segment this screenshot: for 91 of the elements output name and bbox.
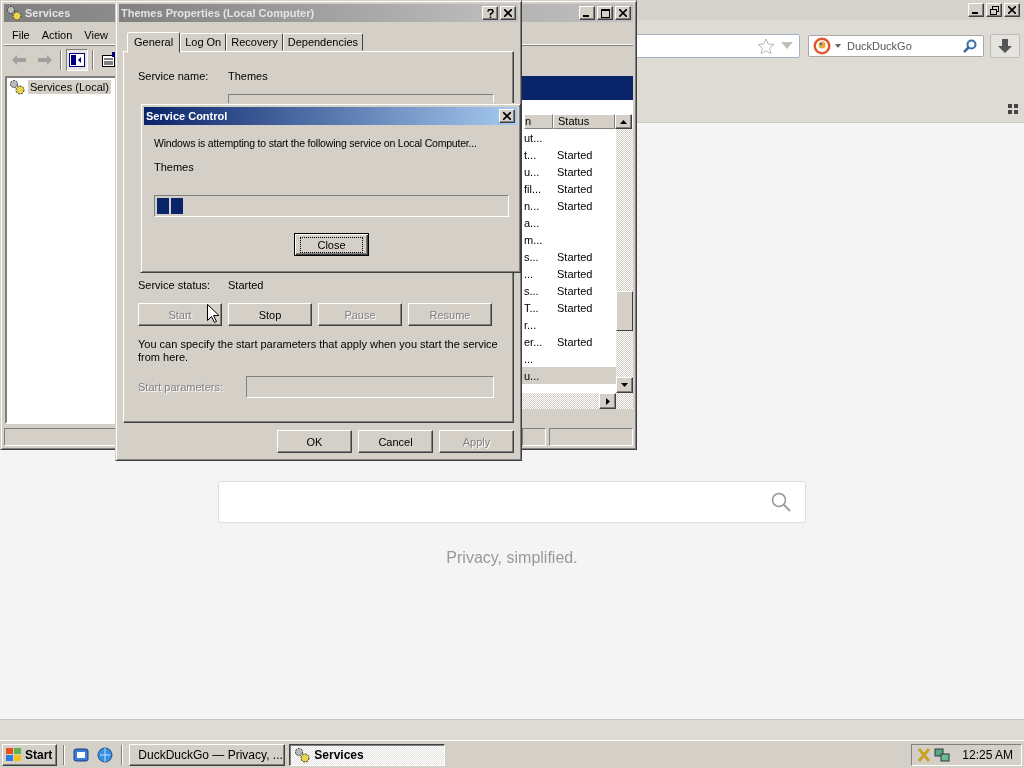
tab[interactable]: Recovery [226, 33, 283, 51]
table-cell-text: Started [556, 165, 594, 178]
star-icon[interactable] [757, 37, 775, 55]
back-arrow-icon [12, 55, 26, 65]
restore-icon [989, 5, 999, 15]
table-cell-text: t... [524, 148, 538, 161]
start-button[interactable]: Start [2, 743, 58, 766]
scroll-thumb[interactable] [616, 291, 633, 331]
close-button[interactable] [1004, 3, 1020, 17]
field-label: Service name: [138, 70, 210, 82]
table-cell-text: er... [524, 335, 544, 348]
desktop-icon[interactable] [73, 746, 90, 763]
table-cell-text: T... [524, 301, 540, 314]
table-cell-text: Started [556, 182, 594, 195]
window-title: Service Control [146, 110, 228, 122]
dialog-button[interactable]: Cancel [358, 430, 433, 453]
table-cell-text: a... [524, 216, 541, 229]
column-header[interactable]: n [524, 114, 553, 129]
windows-flag-icon [6, 747, 22, 762]
caret-icon[interactable] [835, 44, 841, 48]
tagline: Privacy, simplified. [446, 549, 578, 567]
gears-icon [6, 5, 22, 21]
grid-icon[interactable] [1008, 104, 1018, 114]
taskbar-button[interactable]: DuckDuckGo — Privacy, ... [129, 743, 286, 766]
download-button[interactable] [990, 34, 1020, 58]
show-tree-button[interactable] [66, 49, 88, 71]
dialog-button[interactable]: OK [277, 430, 352, 453]
table-cell-text: Started [556, 199, 594, 212]
table-cell-text: Started [556, 148, 594, 161]
table-cell-text: ... [524, 267, 535, 280]
scroll-right-button[interactable] [599, 393, 616, 409]
menu-item[interactable]: Action [35, 29, 79, 41]
window-title: Services [25, 7, 71, 19]
close-dialog-button[interactable]: Close [294, 233, 369, 256]
field-label: Start parameters: [138, 381, 224, 393]
table-cell-text: Started [556, 335, 594, 348]
close-button[interactable] [499, 109, 515, 123]
service-control-button[interactable]: Stop [228, 303, 312, 326]
close-icon [503, 112, 511, 120]
close-icon [504, 9, 512, 17]
minimize-button[interactable] [968, 3, 984, 17]
gears-icon [9, 79, 25, 95]
field-label: Service status: [138, 279, 212, 291]
maximize-icon [600, 8, 610, 18]
globe-icon[interactable] [97, 746, 114, 763]
mouse-cursor-icon [207, 304, 219, 323]
column-header[interactable]: Status [553, 114, 615, 129]
restore-button[interactable] [986, 3, 1002, 17]
taskbar-button[interactable]: Services [289, 743, 446, 766]
tab[interactable]: Dependencies [282, 33, 364, 51]
close-icon [1008, 6, 1016, 14]
table-cell-text: Started [556, 284, 594, 297]
hint-text: You can specify the start parameters that apply when you start the service from here. [138, 338, 498, 364]
gears-icon [294, 746, 311, 763]
tab[interactable]: Log On [180, 33, 227, 51]
message-text: Windows is attempting to start the following service on Local Computer... [154, 137, 478, 149]
table-cell-text: u... [524, 369, 541, 382]
table-cell-text: u... [524, 165, 541, 178]
table-cell-text: Started [556, 267, 594, 280]
service-name: Themes [154, 161, 195, 173]
table-cell-text: n... [524, 199, 541, 212]
close-icon [619, 9, 627, 17]
search-input[interactable]: DuckDuckGo [845, 39, 959, 53]
search-icon[interactable] [963, 39, 977, 53]
clock: 12:25 AM [962, 747, 1013, 762]
pane-icon [69, 53, 85, 67]
search-field[interactable]: DuckDuckGo [808, 35, 984, 57]
duck-icon[interactable] [813, 37, 831, 55]
search-icon[interactable] [771, 492, 791, 512]
table-cell-text: Started [556, 250, 594, 263]
scroll-up-button[interactable] [615, 114, 632, 129]
right-arrow-icon [605, 397, 610, 405]
up-arrow-icon [620, 119, 627, 124]
menu-item[interactable]: View [78, 29, 114, 41]
tab[interactable]: General [127, 32, 181, 53]
question-mark-icon [486, 8, 494, 18]
table-cell-text: s... [524, 284, 540, 297]
down-arrow-icon [997, 38, 1013, 54]
down-arrow-icon [621, 383, 628, 387]
network-icon[interactable] [934, 746, 951, 763]
vertical-scrollbar[interactable] [616, 129, 633, 393]
forward-arrow-icon [38, 55, 52, 65]
status-bar [522, 428, 546, 446]
table-cell-text: fil... [524, 182, 543, 195]
table-cell-text: s... [524, 250, 540, 263]
table-cell-text: Started [556, 301, 594, 314]
menu-item[interactable]: File [6, 29, 36, 41]
field-value: Themes [228, 70, 268, 82]
window-title: Themes Properties (Local Computer) [121, 7, 315, 19]
field-value: Started [228, 279, 264, 291]
scroll-down-button[interactable] [616, 377, 633, 393]
